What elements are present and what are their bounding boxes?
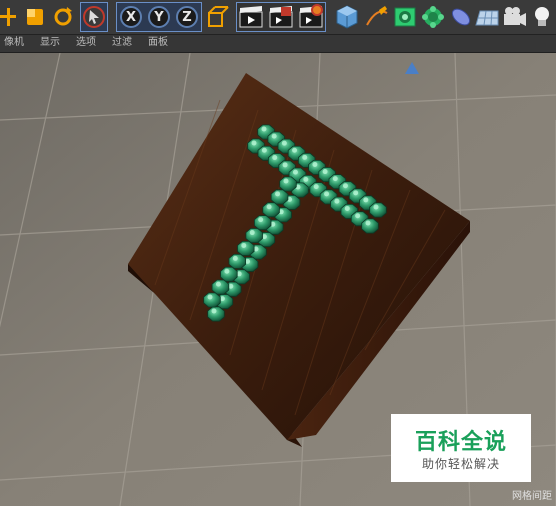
gem xyxy=(237,240,255,256)
x-axis-toggle[interactable]: X xyxy=(120,6,142,28)
rotate-tool-button[interactable] xyxy=(52,3,74,31)
gem xyxy=(203,292,221,308)
scale-icon xyxy=(27,9,43,25)
live-selection-button[interactable] xyxy=(82,3,106,31)
gem xyxy=(245,228,263,244)
y-axis-toggle[interactable]: Y xyxy=(148,6,170,28)
render-settings-button[interactable] xyxy=(298,3,324,31)
cloner-button[interactable] xyxy=(420,3,446,31)
z-axis-toggle[interactable]: Z xyxy=(176,6,198,28)
coordinate-system-button[interactable] xyxy=(206,3,230,31)
coordinate-system-icon xyxy=(208,6,229,27)
cube-icon xyxy=(336,5,358,29)
cursor-icon xyxy=(83,6,105,28)
move-tool-button[interactable] xyxy=(0,3,18,31)
floor-grid-icon xyxy=(475,10,499,26)
cube-object-button[interactable] xyxy=(334,3,360,31)
cloner-icon xyxy=(422,6,444,28)
gem xyxy=(211,279,230,295)
gem xyxy=(270,189,289,205)
clapperboard-picture-icon xyxy=(269,6,293,28)
gem xyxy=(253,215,272,231)
menu-options[interactable]: 选项 xyxy=(76,36,96,50)
watermark-title: 百科全说 xyxy=(414,430,507,455)
rotate-icon xyxy=(54,7,72,26)
camera-icon xyxy=(504,7,526,26)
watermark-subtitle: 助你轻松解决 xyxy=(421,457,500,471)
gem xyxy=(369,202,387,218)
light-bulb-icon xyxy=(535,7,549,26)
menu-display[interactable]: 显示 xyxy=(40,36,60,50)
gem xyxy=(228,253,247,269)
subdivision-icon xyxy=(394,7,416,27)
pen-icon xyxy=(366,6,388,26)
camera-object-button[interactable] xyxy=(502,3,528,31)
gem xyxy=(262,202,280,218)
gem xyxy=(279,176,297,192)
move-icon xyxy=(0,8,16,26)
cinema4d-window: X Y Z 像机 显示 选项 过滤 面板 网格间距 百科全说 助你轻松解决 xyxy=(0,0,556,506)
light-object-button[interactable] xyxy=(530,3,554,31)
menu-panel[interactable]: 面板 xyxy=(148,36,168,50)
viewport-menu-bar: 像机 显示 选项 过滤 面板 xyxy=(0,35,556,53)
deformer-icon xyxy=(451,8,471,26)
menu-camera[interactable]: 像机 xyxy=(4,36,24,50)
menu-filter[interactable]: 过滤 xyxy=(112,36,132,50)
spline-pen-button[interactable] xyxy=(364,3,390,31)
baike-watermark: 百科全说 助你轻松解决 xyxy=(391,414,531,482)
subdivision-surface-button[interactable] xyxy=(392,3,418,31)
main-toolbar: X Y Z xyxy=(0,0,556,35)
scale-tool-button[interactable] xyxy=(24,3,46,31)
floor-object-button[interactable] xyxy=(474,3,500,31)
gem xyxy=(361,218,379,234)
gem xyxy=(207,306,225,322)
clapperboard-icon xyxy=(239,6,263,28)
clapperboard-gear-icon xyxy=(299,4,323,28)
render-view-button[interactable] xyxy=(238,3,264,31)
grid-spacing-label: 网格间距 xyxy=(512,491,552,502)
gem xyxy=(220,266,238,282)
deformer-button[interactable] xyxy=(448,3,474,31)
render-picture-viewer-button[interactable] xyxy=(268,3,294,31)
